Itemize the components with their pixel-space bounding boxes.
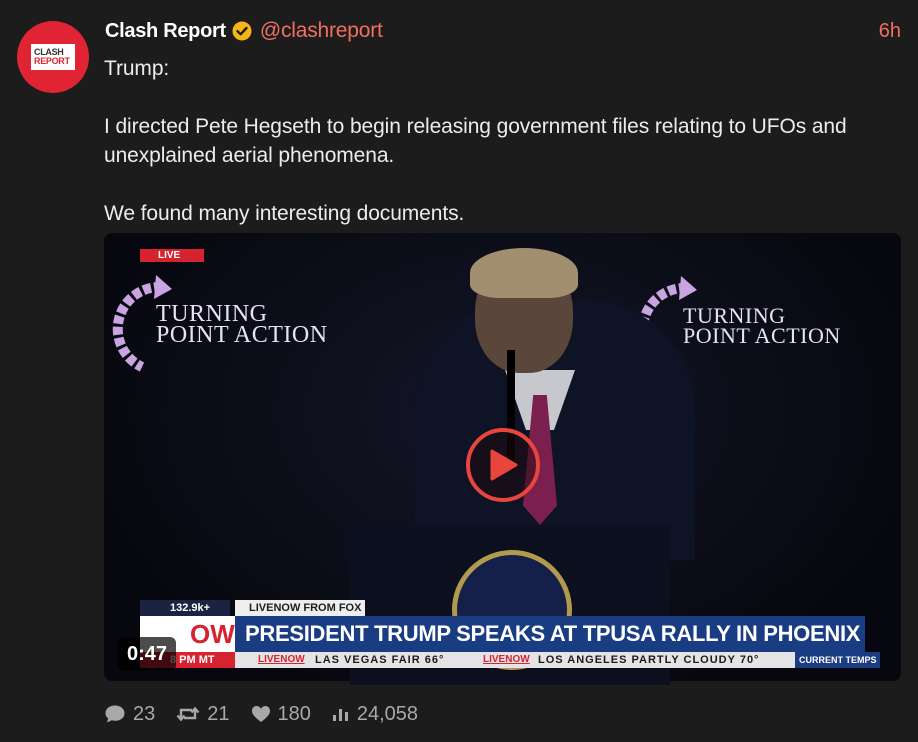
avatar-line2: REPORT: [34, 56, 70, 66]
avatar[interactable]: CLASH REPORT: [17, 21, 89, 93]
tpa-right-line2: POINT ACTION: [683, 323, 841, 348]
chyron-source: LIVENOW FROM FOX: [235, 600, 365, 616]
chyron-views: 132.9k+: [140, 600, 230, 616]
display-name[interactable]: Clash Report: [105, 20, 226, 43]
like-button[interactable]: 180: [251, 703, 311, 726]
clash-report-logo: CLASH REPORT: [31, 44, 75, 70]
comment-icon: [105, 705, 125, 723]
ticker-logo: LIVENOW: [258, 654, 305, 665]
play-icon: [490, 449, 518, 481]
chyron-ticker: 8 PM MT LIVENOW LAS VEGAS FAIR 66° LIVEN…: [140, 652, 880, 668]
post-body: Trump: I directed Pete Hegseth to begin …: [104, 54, 894, 228]
post-text-line: Trump:: [104, 57, 170, 80]
play-button[interactable]: [466, 428, 540, 502]
repost-icon: [176, 706, 200, 722]
repost-count: 21: [207, 702, 230, 725]
video-duration: 0:47: [118, 637, 177, 671]
speaker-hair: [470, 248, 578, 298]
handle[interactable]: @clashreport: [260, 19, 383, 43]
post-header: Clash Report @clashreport: [105, 17, 383, 45]
reply-count: 23: [133, 702, 156, 725]
chyron-headline: PRESIDENT TRUMP SPEAKS AT TPUSA RALLY IN…: [235, 616, 865, 652]
ticker-logo: LIVENOW: [483, 654, 530, 665]
turning-point-logo-left: TURNING POINT ACTION: [112, 275, 328, 375]
tpa-left-line2: POINT ACTION: [156, 322, 328, 348]
ticker-item: LAS VEGAS FAIR 66°: [315, 654, 445, 666]
view-count: 24,058: [356, 702, 419, 725]
post-time[interactable]: 6h: [879, 17, 901, 45]
repost-button[interactable]: 21: [176, 702, 230, 726]
news-chyron: 132.9k+ LIVENOW FROM FOX OW PRESIDENT TR…: [140, 600, 880, 672]
heart-icon: [251, 706, 270, 722]
verified-check-icon: [232, 21, 252, 41]
like-count: 180: [277, 702, 311, 725]
views-button[interactable]: 24,058: [332, 703, 418, 726]
ticker-item: LOS ANGELES PARTLY CLOUDY 70°: [538, 654, 760, 666]
live-tag: LIVE: [140, 249, 204, 262]
reply-button[interactable]: 23: [104, 703, 155, 726]
network-logo: OW: [190, 619, 235, 649]
post-text-line: We found many interesting documents.: [104, 202, 465, 225]
ticker-label: CURRENT TEMPS: [795, 652, 880, 668]
action-bar: 23 21 180 24,058: [104, 700, 439, 728]
views-chart-icon: [332, 709, 348, 721]
post-text-line: I directed Pete Hegseth to begin releasi…: [104, 115, 847, 167]
